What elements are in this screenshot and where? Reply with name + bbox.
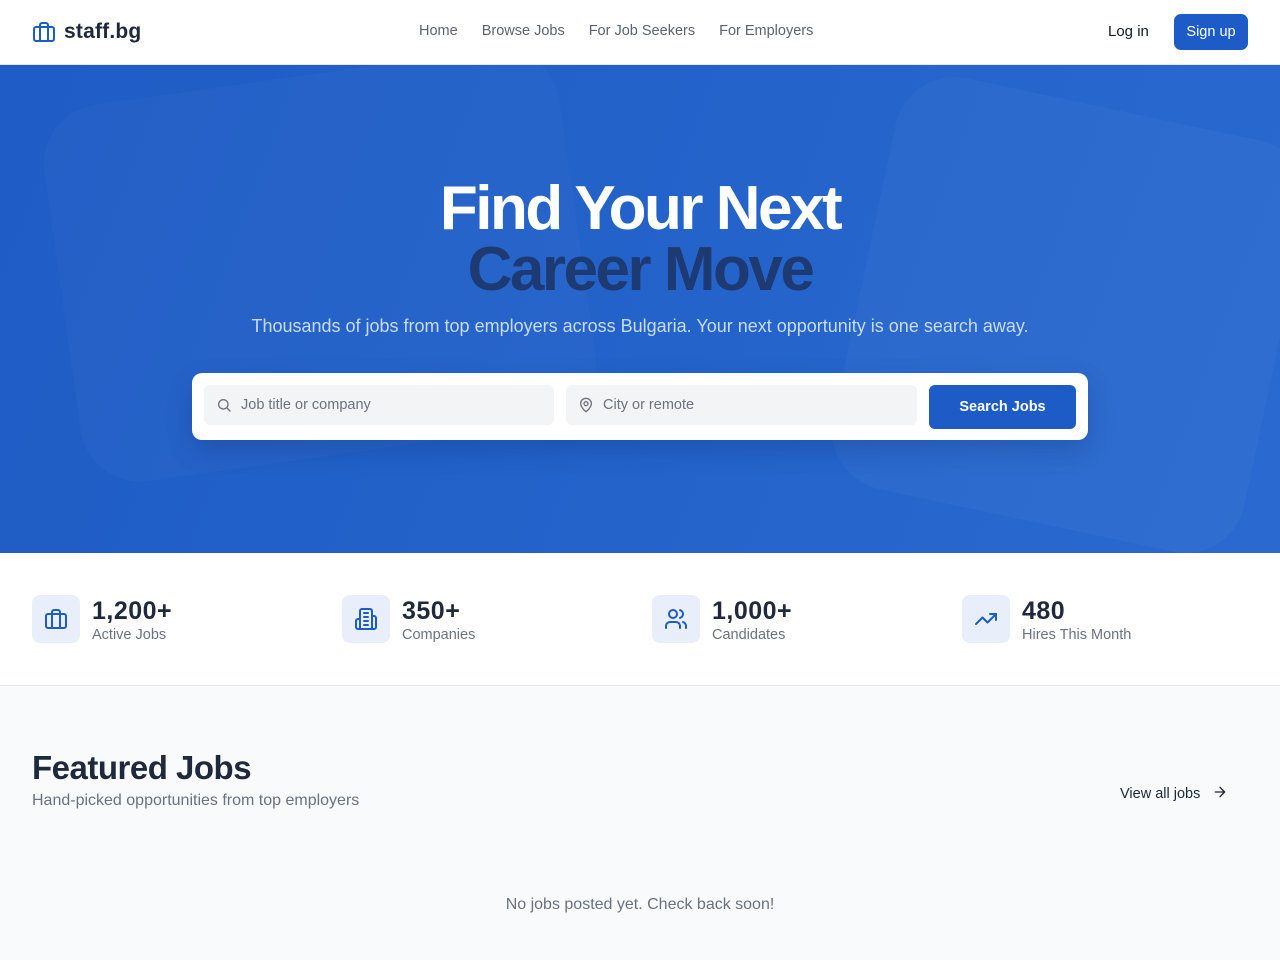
view-all-label: View all jobs: [1120, 786, 1201, 802]
stat-label: Candidates: [712, 627, 786, 643]
search-icon: [216, 397, 232, 413]
hero-section: Find Your Next Career Move Thousands of …: [0, 65, 1280, 553]
users-icon: [652, 595, 700, 643]
nav-job-seekers[interactable]: For Job Seekers: [589, 23, 695, 39]
stat-label: Companies: [402, 627, 476, 643]
briefcase-icon: [32, 20, 56, 44]
nav-browse-jobs[interactable]: Browse Jobs: [482, 23, 565, 39]
stat-value: 1,200+: [92, 597, 173, 625]
briefcase-icon: [32, 595, 80, 643]
logo[interactable]: staff.bg: [32, 20, 141, 44]
empty-state-message: No jobs posted yet. Check back soon!: [505, 896, 775, 913]
location-field[interactable]: [566, 385, 917, 425]
keyword-input[interactable]: [241, 397, 531, 413]
stat-value: 350+: [402, 597, 461, 625]
job-search-form: Search Jobs: [192, 373, 1088, 440]
nav-employers[interactable]: For Employers: [719, 23, 813, 39]
stat-value: 480: [1022, 597, 1066, 625]
search-jobs-button[interactable]: Search Jobs: [929, 385, 1076, 429]
stat-label: Active Jobs: [92, 627, 167, 643]
main-nav: Home Browse Jobs For Job Seekers For Emp…: [419, 23, 813, 39]
stat-label: Hires This Month: [1022, 627, 1132, 643]
building-icon: [342, 595, 390, 643]
stat-candidates: 1,000+ Candidates: [652, 595, 792, 644]
stat-value: 1,000+: [712, 597, 793, 625]
trending-up-icon: [962, 595, 1010, 643]
signup-button[interactable]: Sign up: [1174, 14, 1248, 50]
hero-title-line1: Find Your Next: [439, 174, 843, 243]
arrow-right-icon: [1212, 784, 1228, 804]
site-header: staff.bg Home Browse Jobs For Job Seeker…: [0, 0, 1280, 65]
hero-decoration: [821, 66, 1280, 553]
map-pin-icon: [578, 397, 594, 413]
view-all-jobs-link[interactable]: View all jobs: [1120, 784, 1228, 804]
location-input[interactable]: [603, 397, 893, 413]
login-link[interactable]: Log in: [1108, 23, 1149, 40]
hero-subtitle: Thousands of jobs from top employers acr…: [251, 316, 1029, 336]
stat-hires: 480 Hires This Month: [962, 595, 1131, 644]
stats-section: 1,200+ Active Jobs 350+ Companies 1,000+…: [0, 553, 1280, 686]
stat-active-jobs: 1,200+ Active Jobs: [32, 595, 172, 644]
keyword-field[interactable]: [204, 385, 554, 425]
section-title: Featured Jobs: [32, 749, 252, 786]
nav-home[interactable]: Home: [419, 23, 458, 39]
logo-text: staff.bg: [64, 20, 142, 43]
stat-companies: 350+ Companies: [342, 595, 475, 644]
section-subtitle: Hand-picked opportunities from top emplo…: [32, 792, 360, 809]
hero-title-line2: Career Move: [467, 235, 815, 304]
